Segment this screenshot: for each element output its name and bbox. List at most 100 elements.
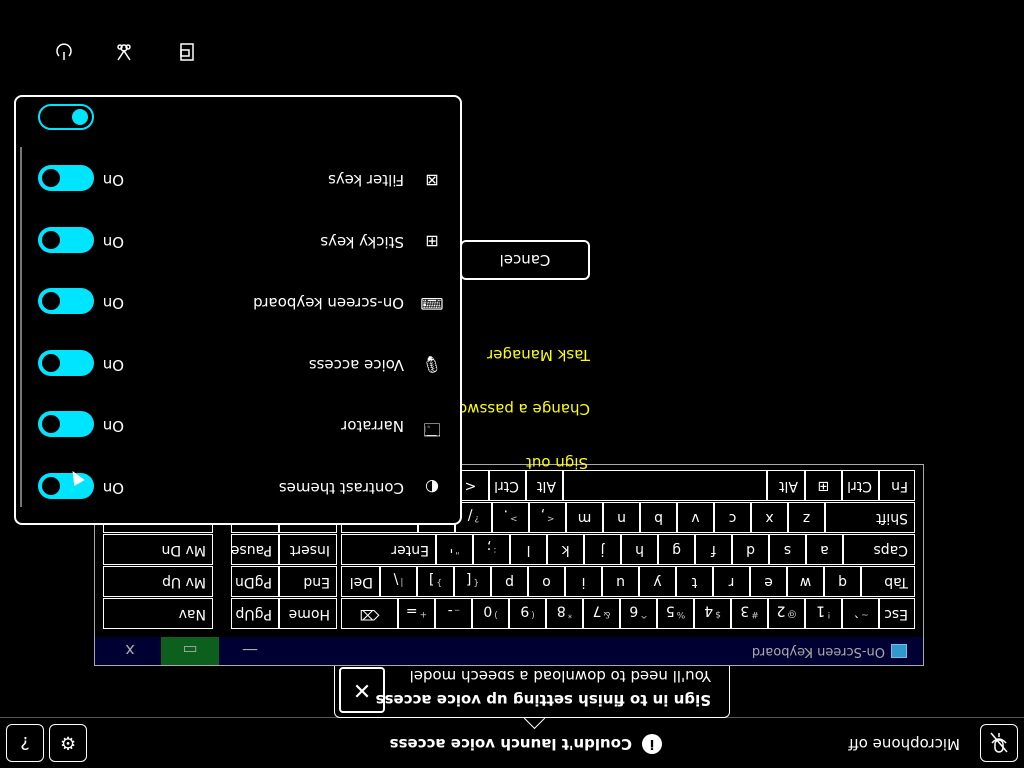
- osk-key[interactable]: (9: [509, 598, 546, 629]
- osk-key[interactable]: Pause: [231, 534, 279, 565]
- osk-key[interactable]: Esc: [879, 598, 915, 629]
- osk-key[interactable]: b: [640, 502, 677, 533]
- osk-key[interactable]: "': [436, 534, 473, 565]
- osk-restore-button[interactable]: ▭: [161, 637, 219, 665]
- osk-key[interactable]: e: [750, 566, 787, 597]
- task-manager-link[interactable]: Task Manager: [487, 346, 590, 364]
- sign-out-link[interactable]: Sign out: [526, 454, 588, 472]
- osk-key[interactable]: z: [788, 502, 825, 533]
- osk-key[interactable]: @2: [768, 598, 805, 629]
- osk-key[interactable]: Alt: [767, 470, 805, 501]
- osk-key[interactable]: f: [695, 534, 732, 565]
- osk-key[interactable]: w: [787, 566, 824, 597]
- osk-key[interactable]: Del: [341, 566, 380, 597]
- osk-key[interactable]: ⊞: [805, 470, 842, 501]
- osk-key[interactable]: }]: [417, 566, 454, 597]
- toggle-switch[interactable]: [38, 473, 94, 499]
- osk-key[interactable]: >.: [492, 502, 529, 533]
- accessibility-toggle-row[interactable]: 🎙 Voice access On: [20, 344, 460, 384]
- osk-key[interactable]: [563, 470, 767, 501]
- accessibility-toggle-row[interactable]: 🗔 Narrator On: [20, 406, 460, 446]
- osk-key[interactable]: Home: [279, 598, 337, 629]
- flyout-scrollbar[interactable]: [20, 147, 22, 507]
- osk-key[interactable]: %5: [657, 598, 694, 629]
- osk-key[interactable]: Tab: [861, 566, 915, 597]
- osk-key[interactable]: u: [602, 566, 639, 597]
- osk-key[interactable]: q: [824, 566, 861, 597]
- toggle-switch[interactable]: [38, 350, 94, 376]
- osk-key[interactable]: &7: [583, 598, 620, 629]
- osk-key[interactable]: Alt: [526, 470, 563, 501]
- toggle-switch[interactable]: [38, 288, 94, 315]
- osk-key[interactable]: Shift: [825, 502, 915, 533]
- osk-key[interactable]: d: [732, 534, 769, 565]
- osk-key[interactable]: i: [565, 566, 602, 597]
- osk-key[interactable]: Enter: [341, 534, 436, 565]
- osk-key[interactable]: o: [528, 566, 565, 597]
- osk-key[interactable]: PgDn: [231, 566, 279, 597]
- osk-key[interactable]: p: [491, 566, 528, 597]
- osk-key[interactable]: m: [566, 502, 603, 533]
- osk-key[interactable]: #3: [731, 598, 768, 629]
- osk-key[interactable]: Insert: [279, 534, 337, 565]
- osk-key[interactable]: Nav: [103, 598, 213, 629]
- osk-key[interactable]: ⌫: [341, 598, 398, 629]
- toggle-switch[interactable]: [38, 165, 94, 192]
- accessibility-toggle-row[interactable]: ◐ Contrast themes On: [20, 467, 460, 507]
- osk-key[interactable]: :;: [473, 534, 510, 565]
- osk-key[interactable]: _-: [435, 598, 472, 629]
- toggle-switch[interactable]: [38, 411, 94, 438]
- osk-key[interactable]: v: [677, 502, 714, 533]
- osk-key[interactable]: k: [547, 534, 584, 565]
- osk-key[interactable]: Caps: [843, 534, 915, 565]
- osk-key[interactable]: Mv Dn: [103, 534, 213, 565]
- power-icon[interactable]: [52, 40, 76, 64]
- osk-key[interactable]: s: [769, 534, 806, 565]
- osk-key[interactable]: x: [751, 502, 788, 533]
- osk-key[interactable]: g: [658, 534, 695, 565]
- osk-key[interactable]: |\: [380, 566, 417, 597]
- accessibility-toggle-row-partial[interactable]: [20, 98, 460, 138]
- osk-key[interactable]: $4: [694, 598, 731, 629]
- accessibility-icon[interactable]: [174, 40, 198, 64]
- toggle-switch[interactable]: [38, 227, 94, 253]
- osk-key[interactable]: c: [714, 502, 751, 533]
- accessibility-toggle-row[interactable]: ⊞ Sticky keys On: [20, 221, 460, 261]
- osk-key[interactable]: t: [676, 566, 713, 597]
- callout-close-button[interactable]: ✕: [339, 667, 385, 713]
- osk-key[interactable]: ^6: [620, 598, 657, 629]
- osk-key[interactable]: Mv Up: [103, 566, 213, 597]
- network-icon[interactable]: [112, 40, 136, 64]
- accessibility-toggle-row[interactable]: ⌨ On-screen keyboard On: [20, 283, 460, 323]
- osk-key[interactable]: a: [806, 534, 843, 565]
- microphone-button[interactable]: [980, 724, 1018, 762]
- accessibility-toggle-row[interactable]: ⊠ Filter keys On: [20, 160, 460, 200]
- osk-close-button[interactable]: x: [101, 637, 159, 665]
- osk-key[interactable]: *8: [546, 598, 583, 629]
- osk-key[interactable]: l: [510, 534, 547, 565]
- toggle-switch[interactable]: [38, 104, 94, 130]
- osk-key[interactable]: End: [279, 566, 337, 597]
- osk-key[interactable]: Ctrl: [842, 470, 879, 501]
- osk-key[interactable]: n: [603, 502, 640, 533]
- osk-key[interactable]: y: [639, 566, 676, 597]
- change-password-link[interactable]: Change a password: [443, 400, 590, 418]
- settings-button[interactable]: ⚙: [49, 724, 87, 762]
- accessibility-flyout: ◐ Contrast themes On 🗔 Narrator On 🎙 Voice acce…: [14, 95, 462, 525]
- osk-key[interactable]: ~`: [842, 598, 879, 629]
- osk-key[interactable]: Fn: [879, 470, 915, 501]
- help-button[interactable]: ?: [6, 724, 44, 762]
- osk-title-bar[interactable]: On-Screen Keyboard — ▭ x: [95, 637, 923, 665]
- osk-key[interactable]: <,: [529, 502, 566, 533]
- osk-key[interactable]: r: [713, 566, 750, 597]
- osk-minimize-button[interactable]: —: [221, 637, 279, 665]
- osk-key[interactable]: )0: [472, 598, 509, 629]
- osk-key[interactable]: {[: [454, 566, 491, 597]
- cancel-button[interactable]: Cancel: [460, 240, 590, 280]
- osk-key[interactable]: PgUp: [231, 598, 279, 629]
- osk-key[interactable]: h: [621, 534, 658, 565]
- osk-key[interactable]: j: [584, 534, 621, 565]
- osk-key[interactable]: Ctrl: [489, 470, 526, 501]
- osk-key[interactable]: !1: [805, 598, 842, 629]
- osk-key[interactable]: +=: [398, 598, 435, 629]
